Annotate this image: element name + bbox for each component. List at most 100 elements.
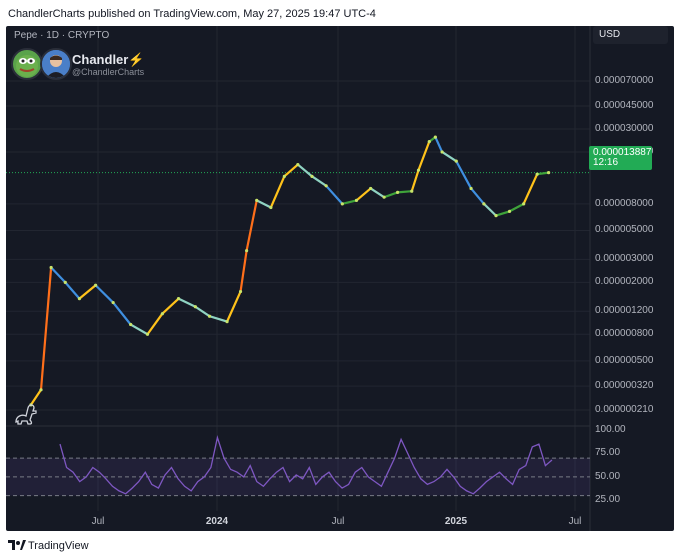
price-segment [269, 175, 286, 209]
time-tick-label: 2025 [444, 516, 468, 527]
price-segment [369, 187, 386, 199]
price-point [310, 174, 314, 178]
chart-svg [6, 26, 591, 531]
rsi-tick-label: 100.00 [595, 424, 626, 435]
price-segment [112, 301, 132, 326]
bar-countdown: 12:16 [593, 157, 619, 168]
price-point [282, 174, 286, 178]
time-tick-label: Jul [568, 516, 582, 527]
price-segment [482, 202, 498, 217]
price-segment [440, 150, 458, 163]
price-segment [64, 281, 81, 300]
price-segment [410, 169, 420, 193]
symbol-title: Pepe · 1D · CRYPTO [14, 30, 110, 41]
price-segment [177, 297, 197, 308]
price-segment [239, 249, 248, 293]
bottom-bar [0, 532, 680, 560]
price-point [176, 297, 181, 301]
price-point [410, 189, 414, 193]
price-segment [296, 163, 314, 178]
price-segment [208, 315, 229, 323]
price-segment [146, 312, 164, 336]
price-segment [508, 202, 525, 213]
price-segment [310, 175, 328, 187]
price-point [324, 184, 328, 188]
price-point [382, 195, 386, 199]
price-point [494, 214, 498, 218]
rsi-tick-label: 25.00 [595, 494, 621, 506]
price-segment [455, 160, 473, 190]
price-point [49, 265, 53, 270]
price-point [269, 205, 273, 210]
tradingview-brand[interactable]: TradingView [28, 540, 89, 552]
price-point [369, 186, 373, 191]
price-point [193, 305, 197, 309]
price-segment [39, 266, 53, 391]
price-segment [29, 388, 43, 406]
price-tick-label: 0.000008000 [595, 197, 654, 209]
price-segment [383, 191, 399, 199]
price-segment [245, 199, 258, 252]
price-point [354, 198, 359, 203]
price-tick-label: 0.000000500 [595, 354, 654, 366]
price-segment [341, 199, 358, 205]
price-point [160, 312, 164, 316]
price-point [207, 314, 212, 318]
price-tick-label: 0.000005000 [595, 224, 654, 236]
currency-label: USD [599, 29, 621, 40]
price-tick-label: 0.000003000 [595, 253, 654, 265]
price-segment [355, 187, 372, 202]
time-tick-label: Jul [331, 516, 345, 527]
price-point [111, 300, 115, 305]
price-segment [536, 171, 550, 176]
tradingview-logo-icon [8, 540, 26, 550]
person-icon [42, 50, 70, 78]
price-point [535, 172, 539, 176]
price-point [416, 168, 421, 172]
price-point [225, 320, 229, 324]
price-point [245, 249, 249, 253]
price-series [29, 135, 551, 407]
price-tick-label: 0.000045000 [595, 100, 654, 112]
price-segment [50, 266, 67, 284]
price-segment [522, 173, 539, 205]
price-point [546, 171, 551, 175]
rsi-pane [6, 434, 590, 497]
grid [6, 26, 590, 511]
rsi-tick-label: 50.00 [595, 470, 621, 482]
price-point [145, 332, 150, 336]
price-segment [325, 184, 344, 205]
rsi-tick-label: 75.00 [595, 447, 621, 459]
price-tick-label: 0.000002000 [595, 276, 654, 288]
price-point [340, 202, 344, 206]
price-point [77, 297, 82, 301]
author-name[interactable]: Chandler⚡ [72, 52, 145, 68]
price-tick-label: 0.000030000 [595, 122, 654, 134]
price-point [427, 140, 431, 144]
price-segment [396, 190, 413, 194]
price-point [39, 388, 43, 392]
price-segment [78, 284, 97, 300]
price-point [522, 202, 526, 206]
author-handle[interactable]: @ChandlerCharts [72, 67, 144, 77]
time-tick-label: 2024 [205, 516, 229, 527]
author-avatar[interactable] [40, 48, 72, 80]
frog-icon [16, 55, 38, 77]
time-tick-label: Jul [91, 516, 105, 527]
price-point [433, 135, 437, 139]
price-tick-label: 0.000070000 [595, 75, 654, 86]
last-price-tag: 0.000013887 12:16 [589, 146, 652, 170]
currency-selector[interactable]: USD [593, 26, 668, 44]
price-point [507, 209, 512, 214]
price-point [129, 322, 133, 327]
price-point [469, 186, 473, 191]
price-point [396, 190, 400, 194]
price-point [238, 289, 243, 294]
price-segment [225, 290, 242, 323]
price-point [440, 150, 444, 154]
price-segment [469, 187, 485, 205]
price-point [94, 283, 98, 287]
price-point [255, 198, 259, 203]
price-segment [494, 210, 511, 217]
price-tick-label: 0.000001200 [595, 305, 654, 317]
